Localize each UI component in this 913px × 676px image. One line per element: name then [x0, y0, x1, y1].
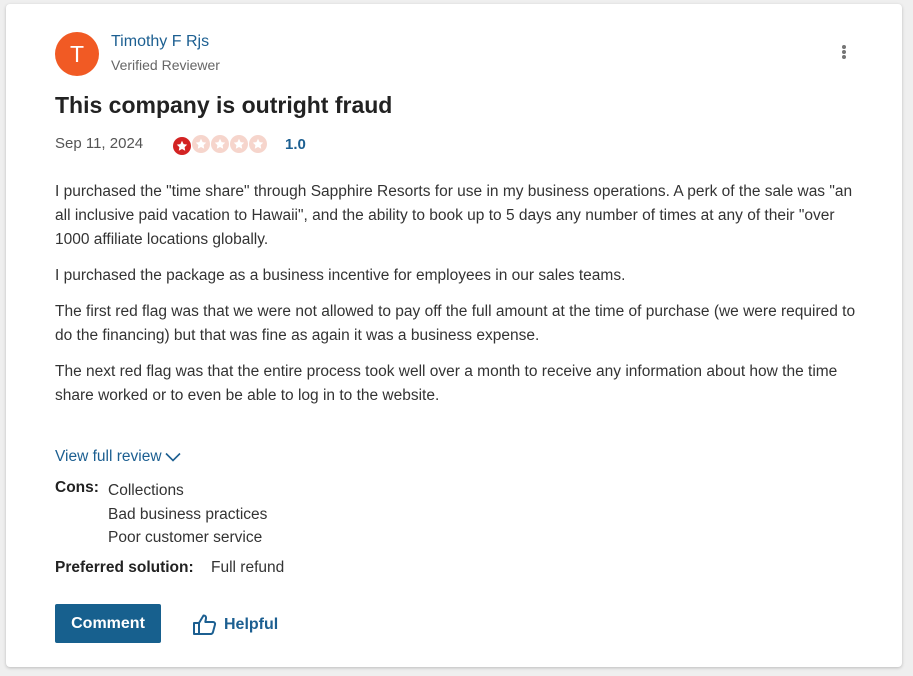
review-paragraph: I purchased the package as a business in… [55, 267, 626, 284]
preferred-solution-value: Full refund [211, 559, 285, 576]
cons-item: Bad business practices [108, 505, 268, 523]
star-rating [172, 133, 274, 155]
view-full-review-link[interactable]: View full review [55, 448, 181, 466]
cons-item: Poor customer service [108, 529, 263, 546]
view-full-review-label: View full review [55, 448, 162, 465]
review-body: I purchased the "time share" through Sap… [55, 180, 865, 420]
review-title: This company is outright fraud [55, 92, 393, 118]
helpful-button[interactable]: Helpful [192, 613, 278, 636]
cons-item: Collections [108, 482, 184, 499]
review-paragraph: I purchased the "time share" through Sap… [55, 183, 853, 248]
cons-list: Collections Bad business practices Poor … [108, 479, 267, 550]
chevron-down-icon [164, 452, 181, 462]
star-icon-empty [230, 135, 248, 153]
avatar: T [55, 32, 99, 76]
review-paragraph: The first red flag was that we were not … [55, 303, 856, 344]
more-options-button[interactable] [834, 40, 854, 64]
star-icon-empty [192, 135, 210, 153]
star-icon-empty [211, 135, 229, 153]
reviewer-name[interactable]: Timothy F Rjs [111, 33, 209, 51]
preferred-solution-label: Preferred solution: [55, 559, 194, 576]
review-card: T Timothy F Rjs Verified Reviewer This c… [6, 4, 902, 667]
verified-reviewer-label: Verified Reviewer [111, 57, 220, 73]
star-icon-filled [173, 137, 191, 155]
helpful-label: Helpful [224, 615, 279, 633]
rating-value: 1.0 [285, 136, 306, 153]
review-paragraph: The next red flag was that the entire pr… [55, 363, 838, 404]
review-date: Sep 11, 2024 [55, 135, 144, 152]
comment-button[interactable]: Comment [55, 604, 161, 643]
cons-label: Cons: [55, 479, 99, 496]
star-icon-empty [249, 135, 267, 153]
thumbs-up-icon [193, 614, 217, 635]
star-rating-icons [173, 135, 267, 155]
